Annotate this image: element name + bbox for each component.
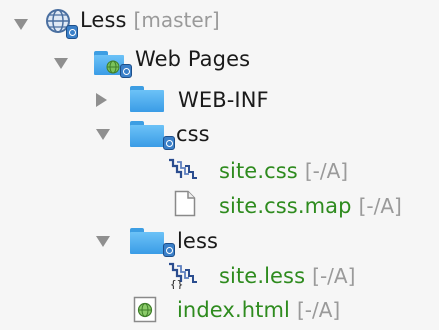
css-file-icon <box>169 158 197 179</box>
tree-item-site-less[interactable]: site.less [-/A] <box>219 258 355 294</box>
collapse-arrow-icon[interactable] <box>96 93 107 107</box>
tree-item-label: less <box>177 229 219 253</box>
expand-arrow-icon[interactable] <box>14 19 28 30</box>
svg-text:{}: {} <box>170 278 183 289</box>
tree-item-site-css-map[interactable]: site.css.map [-/A] <box>219 188 402 224</box>
tree-item-css-folder[interactable]: css <box>176 116 210 152</box>
expand-arrow-icon[interactable] <box>96 129 110 140</box>
vcs-status-label: [-/A] <box>304 159 349 183</box>
folder-icon <box>130 86 164 112</box>
tree-item-web-pages[interactable]: Web Pages <box>135 41 250 77</box>
folder-icon <box>130 228 164 254</box>
less-file-icon: {} <box>169 262 197 289</box>
tree-item-label: css <box>176 122 210 146</box>
tree-item-label: Web Pages <box>135 47 251 71</box>
tree-item-less-folder[interactable]: less <box>177 223 218 259</box>
vcs-badge-icon <box>163 136 175 150</box>
project-tree: Less [master] Web Pages WEB-INF css site… <box>0 0 439 330</box>
vcs-status-label: [-/A] <box>312 264 356 288</box>
html-file-icon <box>133 296 157 323</box>
tree-item-label: WEB-INF <box>178 88 269 112</box>
tree-item-label: site.css <box>219 159 298 183</box>
tree-item-label: Less <box>80 8 127 32</box>
tree-item-label: site.less <box>219 264 306 288</box>
vcs-status-label: [-/A] <box>296 298 341 322</box>
branch-label: [master] <box>133 8 220 32</box>
blank-file-icon <box>174 190 196 217</box>
tree-item-web-inf[interactable]: WEB-INF <box>178 82 269 118</box>
vcs-badge-icon <box>120 64 132 78</box>
vcs-badge-icon <box>163 243 175 257</box>
expand-arrow-icon[interactable] <box>54 58 68 69</box>
folder-icon <box>130 121 164 147</box>
tree-item-index-html[interactable]: index.html [-/A] <box>177 292 340 328</box>
vcs-status-label: [-/A] <box>358 194 402 218</box>
tree-item-label: index.html <box>177 298 290 322</box>
expand-arrow-icon[interactable] <box>96 236 110 247</box>
vcs-badge-icon <box>66 25 78 39</box>
tree-item-project[interactable]: Less [master] <box>80 2 220 38</box>
tree-item-label: site.css.map <box>219 194 352 218</box>
tree-item-site-css[interactable]: site.css [-/A] <box>219 153 348 189</box>
